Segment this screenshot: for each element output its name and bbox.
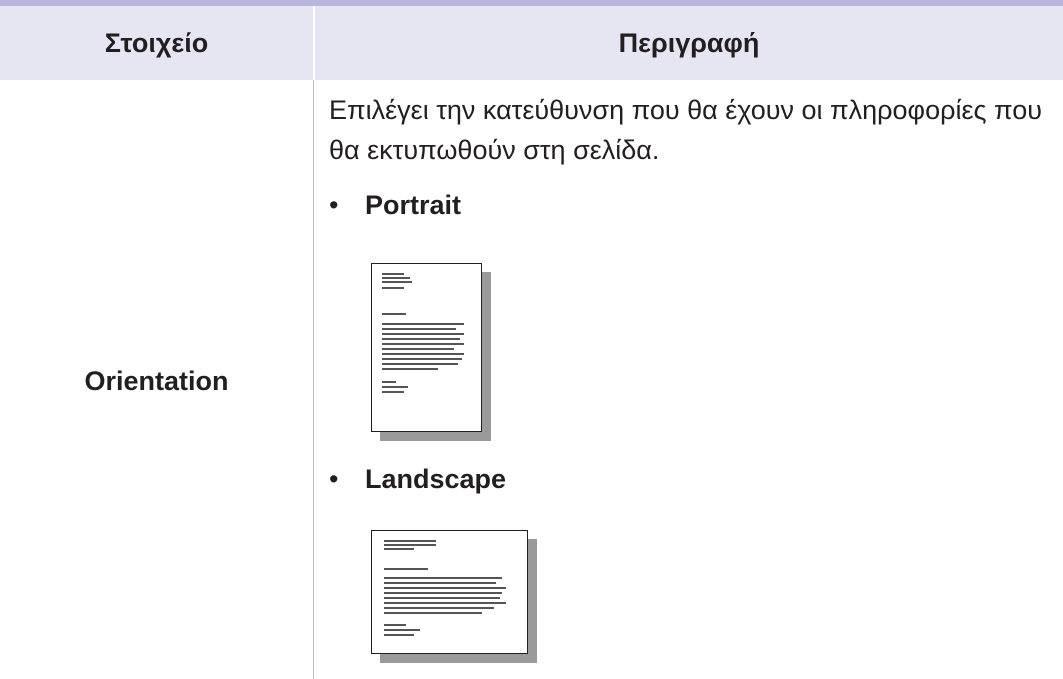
bullet-marker: • [329,464,339,494]
header-item: Στοιχείο [104,28,209,58]
option-landscape: • Landscape [329,461,506,497]
landscape-text-lines [384,540,506,636]
item-orientation-label: Orientation [84,366,229,396]
option-landscape-label: Landscape [365,464,507,494]
option-portrait: • Portrait [329,187,461,223]
portrait-text-lines [382,273,464,393]
bullet-marker: • [329,190,339,220]
header-description: Περιγραφή [618,28,760,58]
item-orientation: Orientation [0,80,313,679]
option-portrait-label: Portrait [365,190,462,220]
column-divider [313,80,314,679]
table-header: Στοιχείο Περιγραφή [0,6,1063,80]
description-text: Επιλέγει την κατεύθυνση που θα έχουν οι … [329,95,1043,165]
